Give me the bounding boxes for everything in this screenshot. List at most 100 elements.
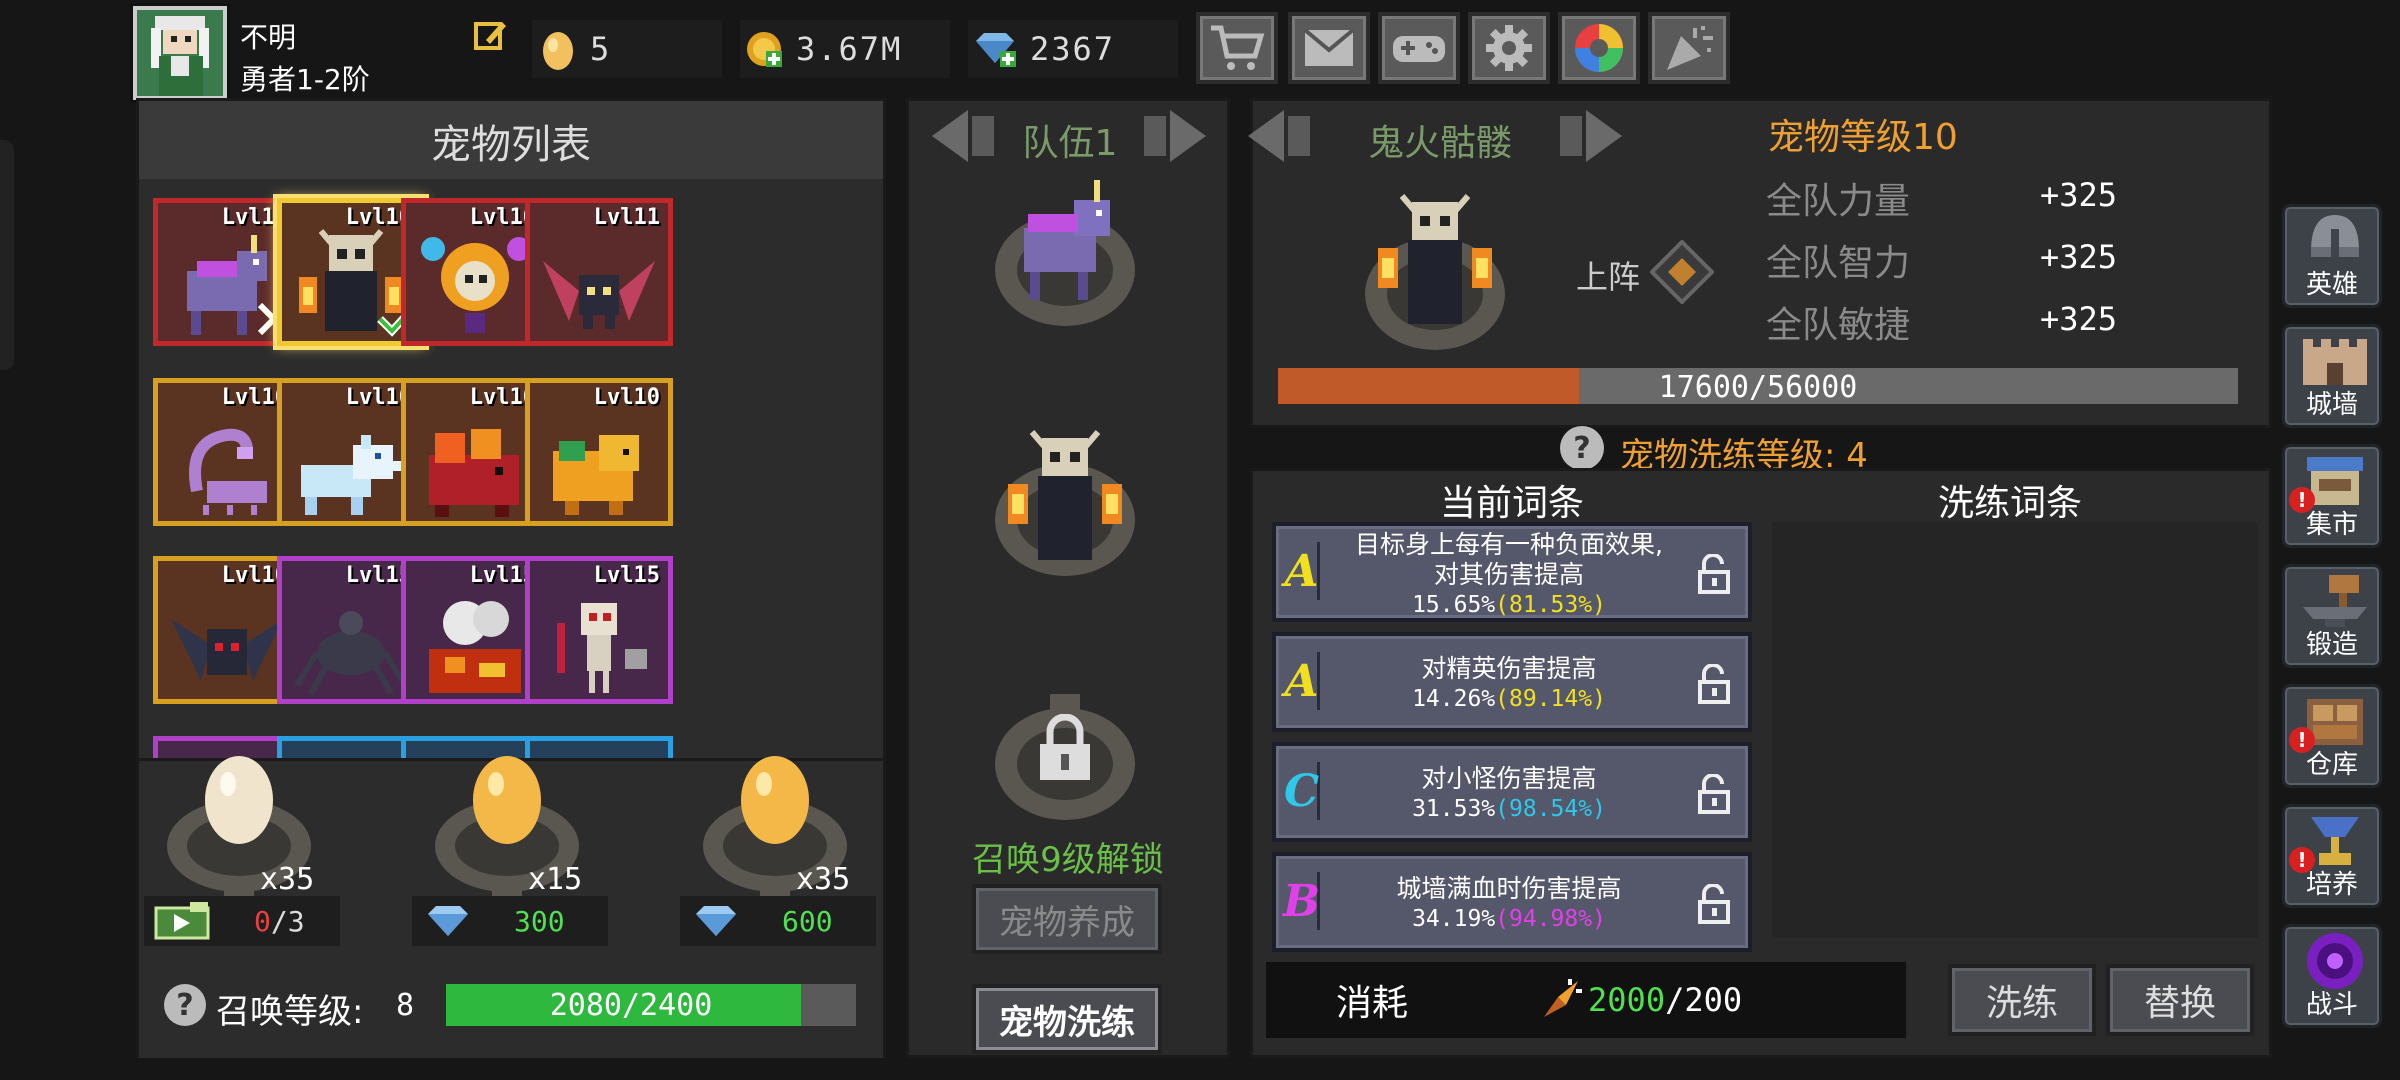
gold-resource: 3.67M (740, 20, 950, 78)
egg-white-icon (205, 756, 273, 844)
affix-text: 对小怪伤害提高 31.53%(98.54%) (1332, 764, 1686, 824)
summon-cost-3[interactable]: 600 (680, 896, 876, 946)
pet-level-label: 宠物等级10 (1768, 117, 1958, 158)
pet-card[interactable]: Lvl15 (525, 556, 673, 704)
summon-option-1[interactable]: x35 (160, 746, 350, 897)
egg-count: 5 (590, 30, 612, 68)
summon-cost-1[interactable]: 0 /3 (144, 896, 340, 946)
summon-count: x35 (796, 862, 851, 897)
settings-button[interactable] (1468, 12, 1550, 84)
shop-button[interactable] (1196, 12, 1278, 84)
shop-cart-icon (1211, 25, 1265, 70)
sidebar-item-wall[interactable]: 城墙 (2282, 324, 2382, 428)
unlock-icon[interactable] (1696, 774, 1734, 814)
sidebar-label: 集市 (2305, 510, 2358, 540)
sidebar-label: 英雄 (2305, 270, 2358, 300)
pet-portrait (1356, 184, 1516, 354)
summon-option-2[interactable]: x15 (428, 746, 618, 897)
alert-badge-icon: ! (2289, 487, 2315, 513)
team-slot-2[interactable] (990, 420, 1140, 590)
edit-name-icon[interactable] (474, 18, 508, 52)
affix-text: 对精英伤害提高 14.26%(89.14%) (1332, 654, 1686, 714)
bat-pet-icon (543, 261, 655, 329)
pet-card[interactable]: Lvl10 (525, 378, 673, 526)
lava-smoke-pet-icon (429, 601, 521, 693)
deploy-toggle[interactable] (1649, 239, 1715, 305)
affix-grade: A (1284, 652, 1320, 710)
summon-cost: 600 (782, 904, 833, 938)
team-next-arrow[interactable] (1140, 106, 1210, 166)
affix-desc: 城墙满血时伤害提高 (1396, 874, 1622, 903)
player-avatar[interactable] (133, 6, 227, 100)
pet-train-button[interactable]: 宠物养成 (972, 884, 1162, 954)
team-title: 队伍1 (1022, 123, 1118, 164)
affix-item: A 目标身上每有一种负面效果, 对其伤害提高 15.65%(81.53%) (1272, 522, 1752, 622)
pet-next-arrow[interactable] (1556, 106, 1626, 166)
diamond-icon (696, 906, 736, 936)
ice-wolf-pet-icon (301, 435, 401, 515)
gold-coin-add-icon[interactable] (744, 29, 784, 69)
skeleton-pet-icon (557, 603, 647, 693)
gamepad-icon (1393, 36, 1445, 62)
pet-list-title: 宠物列表 (431, 122, 591, 168)
summon-free-used: 0 (254, 904, 271, 938)
cost-label: 消耗 (1336, 983, 1409, 1024)
affix-item: A 对精英伤害提高 14.26%(89.14%) (1272, 632, 1752, 732)
exp-text: 17600/56000 (1658, 370, 1858, 405)
team-prev-arrow[interactable] (928, 106, 998, 166)
affix-grade: A (1284, 542, 1320, 600)
pet-prev-arrow[interactable] (1244, 106, 1314, 166)
summon-option-3[interactable]: x35 (696, 746, 886, 897)
sidebar-item-hero[interactable]: 英雄 (2282, 204, 2382, 308)
summon-progress-text: 2080/2400 (549, 988, 713, 1023)
summon-cost-2[interactable]: 300 (412, 896, 608, 946)
summon-level-label: 召唤等级: (216, 992, 364, 1032)
gold-amount: 3.67M (796, 30, 903, 68)
sidebar-item-warehouse[interactable]: ! 仓库 (2282, 684, 2382, 788)
sidebar-item-battle[interactable]: 战斗 (2282, 924, 2382, 1028)
affix-grade: B (1283, 872, 1320, 930)
sidebar-item-market[interactable]: ! 集市 (2282, 444, 2382, 548)
team-slot-3-locked[interactable] (990, 694, 1140, 824)
gem-add-icon[interactable] (972, 31, 1018, 67)
player-name: 不明 (240, 21, 297, 54)
refine-button[interactable]: 洗练 (1948, 964, 2096, 1036)
gamepad-button[interactable] (1378, 12, 1460, 84)
sidebar-label: 城墙 (2305, 390, 2358, 420)
deploy-label: 上阵 (1576, 258, 1641, 296)
helmet-icon (2311, 215, 2359, 257)
anvil-icon (2303, 575, 2367, 627)
pet-card[interactable]: Lvl11 (525, 198, 673, 346)
sidebar-item-forge[interactable]: 锻造 (2282, 564, 2382, 668)
party-popper-icon (1667, 26, 1713, 70)
unlock-icon[interactable] (1696, 664, 1734, 704)
mail-button[interactable] (1288, 12, 1370, 84)
color-wheel-button[interactable] (1558, 12, 1640, 84)
exp-bar: 17600/56000 (1278, 368, 2238, 405)
sidebar-label: 仓库 (2305, 750, 2358, 780)
replace-button[interactable]: 替换 (2106, 964, 2254, 1036)
party-button[interactable] (1648, 12, 1730, 84)
affix-max: (98.54%) (1495, 796, 1606, 822)
mail-icon (1303, 28, 1355, 66)
sidebar-item-cultivate[interactable]: ! 培养 (2282, 804, 2382, 908)
pet-level: Lvl11 (593, 205, 660, 230)
refine-affix-title: 洗练词条 (1937, 483, 2082, 524)
pet-name: 鬼火骷髅 (1367, 123, 1512, 164)
skull-ghost-pet-icon (1008, 430, 1122, 560)
pet-level: Lvl10 (593, 385, 660, 410)
affix-value: 31.53% (1412, 796, 1496, 822)
pet-level: Lvl15 (593, 563, 660, 588)
affix-max: (89.14%) (1495, 686, 1606, 712)
lock-icon (1040, 714, 1090, 780)
fire-boar-pet-icon (429, 429, 519, 517)
refine-help-icon[interactable]: ? (1560, 426, 1604, 470)
pet-refine-button[interactable]: 宠物洗练 (972, 984, 1162, 1054)
dark-bat-pet-icon (171, 619, 283, 681)
unlock-icon[interactable] (1696, 554, 1734, 594)
affix-value: 14.26% (1412, 686, 1496, 712)
team-slot-1[interactable] (990, 170, 1140, 330)
unlock-icon[interactable] (1696, 884, 1734, 924)
summon-cost: 300 (514, 904, 565, 938)
summon-help-icon[interactable]: ? (164, 984, 206, 1026)
